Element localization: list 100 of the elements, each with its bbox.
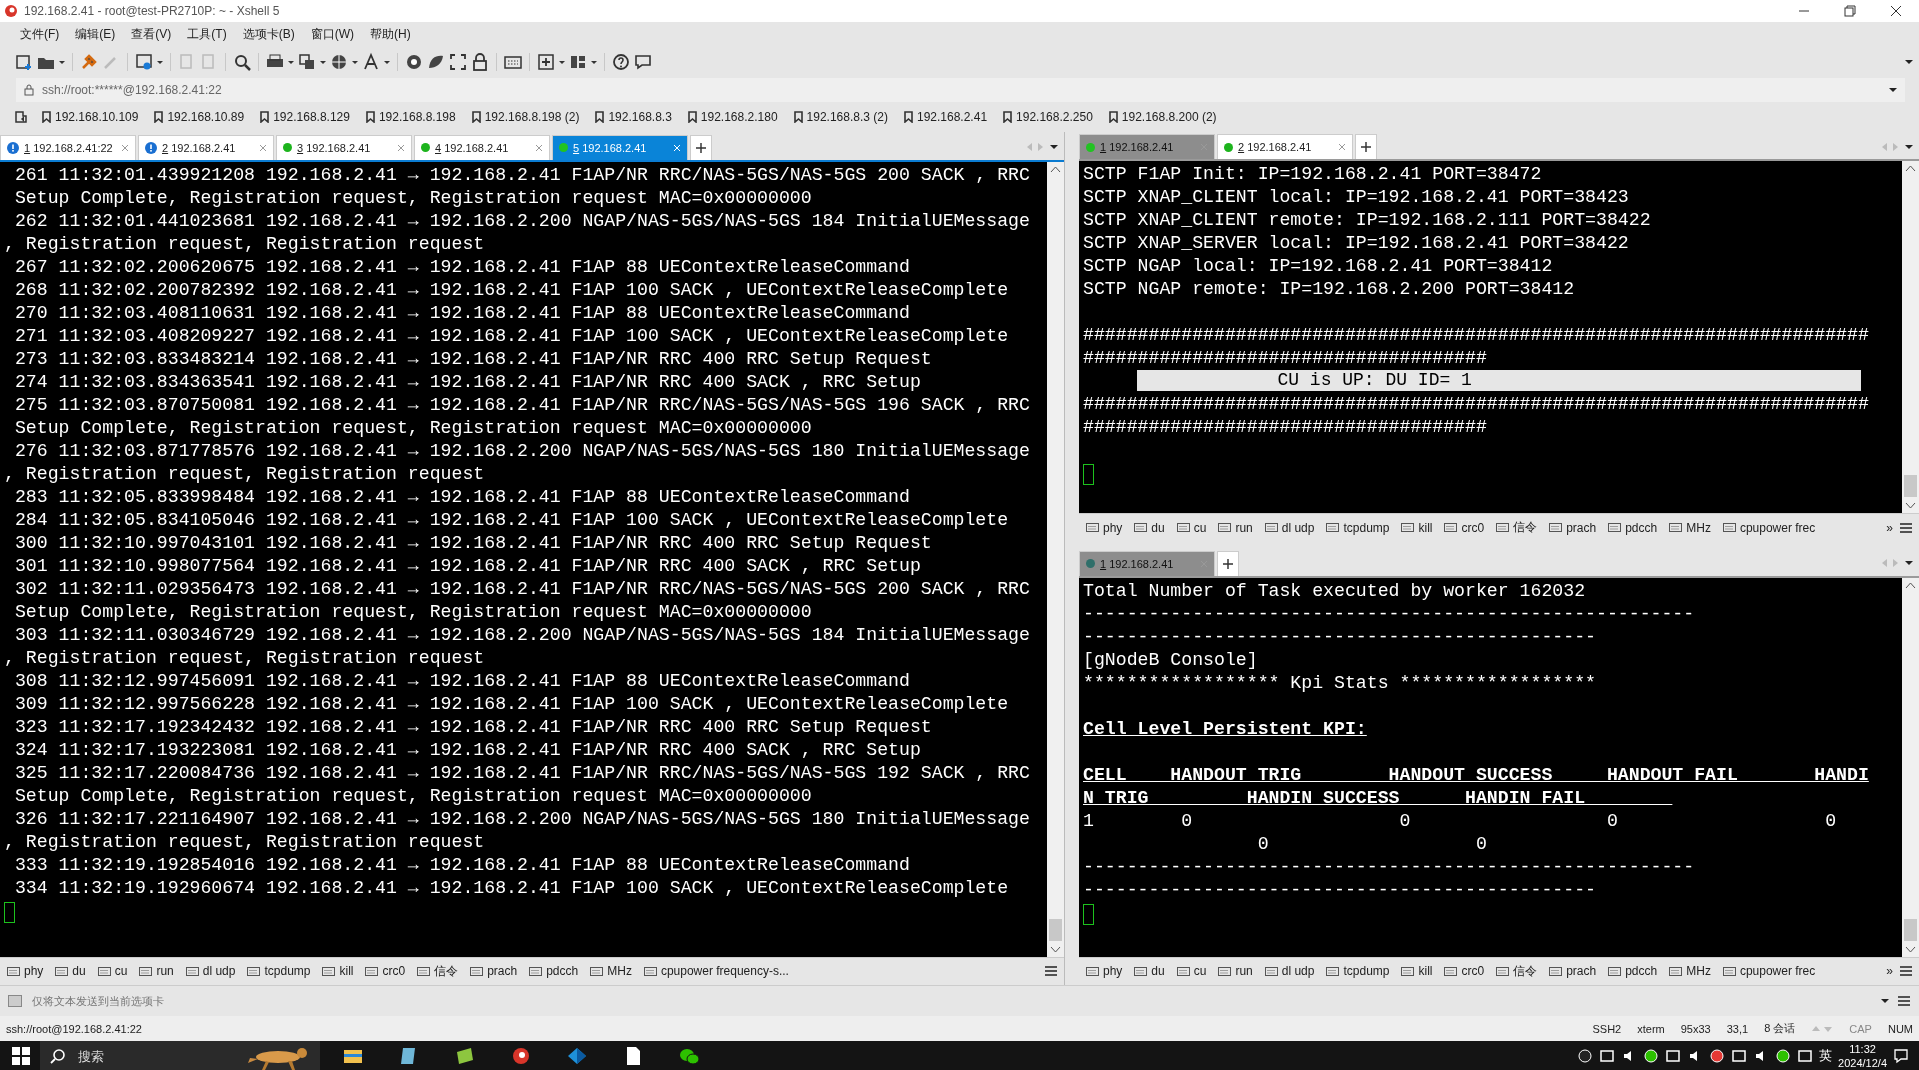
menu-item[interactable]: 文件(F) — [14, 23, 66, 45]
quick-command[interactable]: cu — [1175, 519, 1208, 536]
overflow-chevron[interactable]: » — [1886, 520, 1893, 535]
notification-icon[interactable] — [1893, 1048, 1909, 1064]
close-icon[interactable] — [1338, 143, 1346, 152]
bookmark-item[interactable]: 192.168.8.200 (2) — [1106, 108, 1219, 126]
quick-command[interactable]: prach — [1548, 519, 1598, 536]
quick-command[interactable]: pdcch — [1607, 519, 1659, 536]
quick-command[interactable]: cu — [1175, 963, 1208, 980]
send-text-field[interactable]: 仅将文本发送到当前选项卡 — [30, 989, 1873, 1013]
app-icon[interactable] — [566, 1045, 588, 1067]
quick-command[interactable]: kill — [1400, 519, 1434, 536]
quick-command[interactable]: cpupower frec — [1721, 519, 1817, 536]
quick-command[interactable]: tcpdump — [1325, 963, 1391, 980]
scrollbar[interactable] — [1902, 577, 1919, 957]
bookmark-item[interactable]: 192.168.10.89 — [152, 108, 247, 126]
add-tab-icon[interactable] — [1355, 134, 1377, 160]
quick-command[interactable]: prach — [469, 963, 519, 980]
caret-icon[interactable] — [1905, 142, 1913, 151]
menu-item[interactable]: 窗口(W) — [304, 23, 360, 45]
bookmark-item[interactable]: 192.168.8.198 (2) — [469, 108, 582, 126]
close-icon[interactable] — [121, 143, 129, 152]
close-icon[interactable] — [535, 143, 543, 152]
bookmark-item[interactable]: 192.168.8.3 (2) — [791, 108, 890, 126]
quick-command[interactable]: dl udp — [1263, 963, 1316, 980]
scroll-thumb[interactable] — [1049, 918, 1062, 941]
quick-command[interactable]: run — [138, 963, 175, 980]
quick-command[interactable]: phy — [1085, 519, 1124, 536]
swirl-icon[interactable] — [510, 1045, 532, 1067]
quick-command[interactable]: prach — [1548, 963, 1598, 980]
overflow-chevron[interactable]: » — [1886, 964, 1893, 979]
caret-icon[interactable] — [1881, 997, 1889, 1005]
scrollbar[interactable] — [1902, 161, 1919, 514]
caret-icon[interactable] — [1889, 86, 1897, 94]
bookmark-item[interactable]: 192.168.8.198 — [363, 108, 458, 126]
quick-command[interactable]: pdcch — [1607, 963, 1659, 980]
close-icon[interactable] — [259, 143, 267, 152]
display-icon[interactable] — [1731, 1048, 1748, 1064]
globe-icon[interactable] — [329, 52, 349, 72]
help-icon[interactable] — [611, 52, 631, 72]
quick-command[interactable]: pdcch — [528, 963, 580, 980]
session-tab[interactable]: 1 192.168.2.41 — [1079, 550, 1215, 576]
menu-item[interactable]: 选项卡(B) — [236, 23, 301, 45]
quick-command[interactable]: dl udp — [184, 963, 237, 980]
app-icon[interactable] — [454, 1045, 476, 1067]
quick-command[interactable]: 信令 — [1495, 961, 1539, 981]
quick-command[interactable]: crc0 — [1443, 963, 1486, 980]
quick-command[interactable]: run — [1217, 519, 1254, 536]
quick-command[interactable]: 信令 — [416, 961, 460, 981]
add-tab-icon[interactable] — [690, 134, 712, 160]
caret-icon[interactable] — [1050, 143, 1058, 151]
bookmark-bar-icon[interactable] — [14, 110, 28, 124]
quick-command[interactable]: run — [1217, 963, 1254, 980]
session-tab[interactable]: 2 192.168.2.41 — [138, 134, 274, 160]
quick-command[interactable]: du — [54, 963, 87, 980]
caret-icon[interactable] — [1905, 58, 1913, 66]
quick-command[interactable]: kill — [321, 963, 355, 980]
quick-command[interactable]: kill — [1400, 963, 1434, 980]
caret-icon[interactable] — [1905, 559, 1913, 568]
new-session-icon[interactable] — [14, 52, 34, 72]
menu-icon[interactable] — [1044, 965, 1058, 978]
scrollbar[interactable] — [1047, 161, 1064, 957]
menu-item[interactable]: 帮助(H) — [364, 23, 417, 45]
menu-item[interactable]: 工具(T) — [181, 23, 233, 45]
quick-command[interactable]: phy — [6, 963, 45, 980]
windows-start-icon[interactable] — [12, 1047, 30, 1065]
scroll-thumb[interactable] — [1904, 918, 1917, 941]
menu-icon[interactable] — [1899, 965, 1913, 978]
lock-icon[interactable] — [470, 52, 490, 72]
bookmark-item[interactable]: 192.168.8.3 — [593, 108, 674, 126]
quick-command[interactable]: 信令 — [1495, 518, 1539, 538]
session-tab[interactable]: 5 192.168.2.41 — [552, 134, 688, 160]
quick-command[interactable]: tcpdump — [1325, 519, 1391, 536]
menu-item[interactable]: 查看(V) — [125, 23, 178, 45]
session-tab[interactable]: 2 192.168.2.41 — [1217, 134, 1353, 160]
quick-command[interactable]: cpupower frequency-s... — [642, 963, 790, 980]
add-icon[interactable] — [536, 52, 556, 72]
quick-command[interactable]: cu — [96, 963, 129, 980]
session-tab[interactable]: 3 192.168.2.41 — [276, 134, 412, 160]
quick-command[interactable]: crc0 — [1443, 519, 1486, 536]
scroll-thumb[interactable] — [1904, 475, 1917, 498]
quick-command[interactable]: tcpdump — [246, 963, 312, 980]
session-tab[interactable]: 1 192.168.2.41:22 — [0, 134, 136, 160]
quick-command[interactable]: cpupower frec — [1721, 963, 1817, 980]
session-tab[interactable]: 4 192.168.2.41 — [414, 134, 550, 160]
app-icon[interactable] — [1665, 1048, 1682, 1064]
menu-icon[interactable] — [1897, 995, 1911, 1007]
font-icon[interactable] — [361, 52, 381, 72]
fullscreen-icon[interactable] — [448, 52, 468, 72]
quick-command[interactable]: du — [1133, 963, 1166, 980]
quick-command[interactable]: MHz — [589, 963, 633, 980]
settings-icon[interactable] — [134, 52, 154, 72]
bookmark-item[interactable]: 192.168.8.129 — [258, 108, 352, 126]
session-tab[interactable]: 1 192.168.2.41 — [1079, 134, 1215, 160]
quick-command[interactable]: dl udp — [1263, 519, 1316, 536]
search-field[interactable]: 搜索 — [76, 1047, 190, 1065]
quick-command[interactable]: MHz — [1668, 963, 1712, 980]
quick-command[interactable]: MHz — [1668, 519, 1712, 536]
close-icon[interactable] — [397, 143, 405, 152]
bookmark-item[interactable]: 192.168.2.41 — [902, 108, 990, 126]
